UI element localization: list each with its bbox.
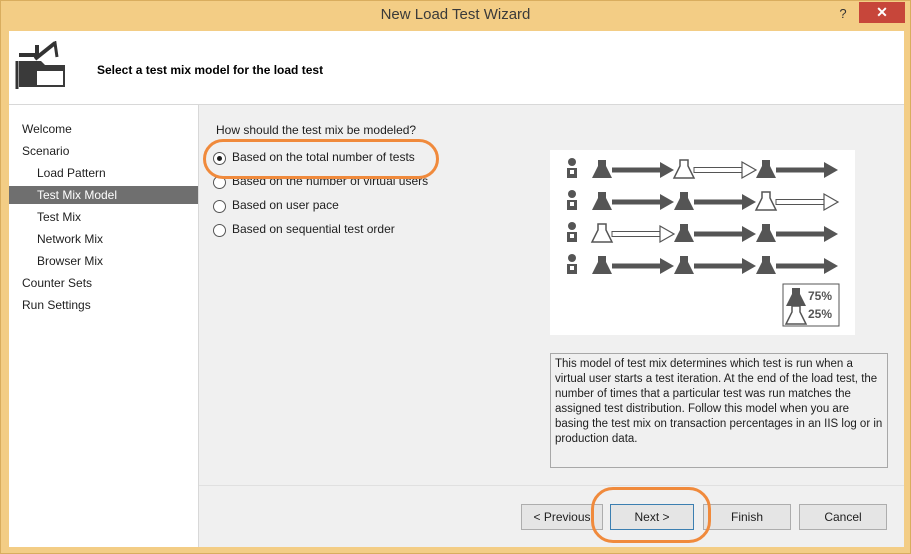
help-button[interactable]: ?: [833, 4, 853, 24]
arrow-filled-icon: [776, 162, 838, 178]
nav-item-label: Run Settings: [22, 298, 91, 312]
flask-filled-icon: [674, 224, 694, 242]
wizard-window: New Load Test Wizard ? ✕ Select a test m…: [0, 0, 911, 554]
window-title: New Load Test Wizard: [380, 6, 531, 23]
flask-outline-icon: [673, 159, 695, 179]
arrow-filled-icon: [612, 162, 674, 178]
flask-filled-icon: [592, 256, 612, 274]
arrow-filled-icon: [776, 226, 838, 242]
radio-number-of-virtual-users[interactable]: Based on the number of virtual users: [213, 174, 593, 192]
user-icon: [567, 254, 577, 274]
cancel-button[interactable]: Cancel: [799, 504, 887, 530]
user-icon: [567, 190, 577, 210]
close-button[interactable]: ✕: [859, 2, 905, 23]
nav-item-label: Browser Mix: [37, 254, 104, 268]
radio-label: Based on sequential test order: [232, 222, 395, 236]
radio-label: Based on the total number of tests: [232, 150, 415, 164]
nav-item-counter-sets[interactable]: Counter Sets: [9, 274, 198, 292]
nav-item-network-mix[interactable]: Network Mix: [9, 230, 198, 248]
nav-item-scenario[interactable]: Scenario: [9, 142, 198, 160]
arrow-filled-icon: [694, 194, 756, 210]
legend-outline-value: 25%: [808, 307, 832, 321]
radio-button[interactable]: [213, 176, 226, 189]
arrow-outline-icon: [611, 225, 675, 243]
footer-divider: [199, 485, 904, 486]
radio-sequential-test-order[interactable]: Based on sequential test order: [213, 222, 593, 240]
flask-filled-icon: [756, 224, 776, 242]
nav-item-label: Welcome: [22, 122, 72, 136]
nav-item-welcome[interactable]: Welcome: [9, 120, 198, 138]
header-title: Select a test mix model for the load tes…: [97, 63, 324, 77]
wizard-main-panel: How should the test mix be modeled? Base…: [199, 105, 904, 547]
radio-button[interactable]: [213, 224, 226, 237]
arrow-outline-icon: [693, 161, 757, 179]
flask-outline-icon: [591, 223, 613, 243]
nav-item-label: Test Mix: [37, 210, 82, 224]
arrow-outline-icon: [775, 193, 839, 211]
arrow-filled-icon: [694, 226, 756, 242]
illustration-legend: 75% 25%: [782, 283, 840, 327]
nav-item-label: Test Mix Model: [37, 188, 118, 202]
nav-item-label: Network Mix: [37, 232, 104, 246]
nav-item-test-mix[interactable]: Test Mix: [9, 208, 198, 226]
wizard-nav: Welcome Scenario Load Pattern Test Mix M…: [9, 105, 199, 547]
wizard-icon: [15, 41, 65, 89]
arrow-filled-icon: [694, 258, 756, 274]
description-box: This model of test mix determines which …: [550, 353, 888, 468]
nav-item-load-pattern[interactable]: Load Pattern: [9, 164, 198, 182]
nav-item-label: Scenario: [22, 144, 70, 158]
radio-button-checked[interactable]: [213, 152, 226, 165]
nav-item-label: Load Pattern: [37, 166, 106, 180]
title-bar: New Load Test Wizard ? ✕: [1, 1, 910, 31]
flask-filled-icon: [756, 256, 776, 274]
flask-filled-icon: [674, 192, 694, 210]
radio-button[interactable]: [213, 200, 226, 213]
flask-filled-icon: [756, 160, 776, 178]
arrow-filled-icon: [612, 258, 674, 274]
nav-item-run-settings[interactable]: Run Settings: [9, 296, 198, 314]
user-icon: [567, 222, 577, 242]
nav-item-test-mix-model[interactable]: Test Mix Model: [9, 186, 198, 204]
user-icon: [567, 158, 577, 178]
flask-filled-icon: [592, 192, 612, 210]
radio-total-number-of-tests[interactable]: Based on the total number of tests: [213, 150, 593, 168]
next-button[interactable]: Next >: [610, 504, 694, 530]
illustration-graphic: 75% 25%: [567, 158, 840, 327]
wizard-header: Select a test mix model for the load tes…: [9, 31, 904, 105]
flask-filled-icon: [674, 256, 694, 274]
flask-filled-icon: [592, 160, 612, 178]
question-label: How should the test mix be modeled?: [216, 123, 417, 137]
finish-button[interactable]: Finish: [703, 504, 791, 530]
test-mix-illustration: 75% 25%: [550, 150, 855, 335]
wizard-client-area: Select a test mix model for the load tes…: [9, 31, 904, 547]
arrow-filled-icon: [612, 194, 674, 210]
radio-label: Based on user pace: [232, 198, 339, 212]
flask-outline-icon: [755, 191, 777, 211]
legend-filled-value: 75%: [808, 289, 832, 303]
arrow-filled-icon: [776, 258, 838, 274]
radio-label: Based on the number of virtual users: [232, 174, 429, 188]
nav-item-label: Counter Sets: [22, 276, 93, 290]
previous-button[interactable]: < Previous: [521, 504, 603, 530]
radio-user-pace[interactable]: Based on user pace: [213, 198, 593, 216]
nav-item-browser-mix[interactable]: Browser Mix: [9, 252, 198, 270]
